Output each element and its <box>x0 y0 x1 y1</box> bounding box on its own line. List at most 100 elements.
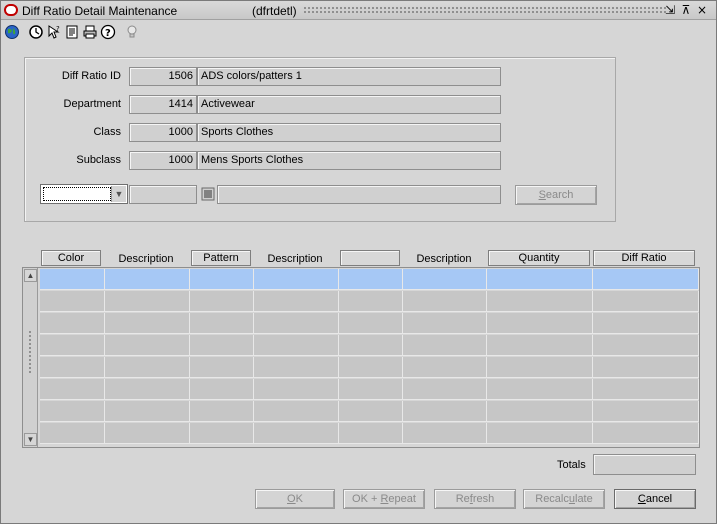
table-cell[interactable] <box>403 291 487 312</box>
table-cell[interactable] <box>593 401 699 422</box>
table-cell[interactable] <box>254 335 339 356</box>
table-cell[interactable] <box>403 379 487 400</box>
table-cell[interactable] <box>40 357 105 378</box>
list-of-values-button[interactable] <box>199 185 216 203</box>
grid-scrollbar[interactable]: ▲ ▼ <box>23 268 38 447</box>
table-cell[interactable] <box>339 423 403 444</box>
table-cell[interactable] <box>190 313 254 334</box>
table-cell[interactable] <box>593 313 699 334</box>
table-cell[interactable] <box>339 379 403 400</box>
table-cell[interactable] <box>190 401 254 422</box>
table-cell[interactable] <box>403 401 487 422</box>
table-cell[interactable] <box>105 379 190 400</box>
table-cell[interactable] <box>403 357 487 378</box>
table-cell[interactable] <box>403 423 487 444</box>
table-cell[interactable] <box>487 379 593 400</box>
table-row[interactable] <box>40 378 699 400</box>
table-cell[interactable] <box>40 401 105 422</box>
table-cell[interactable] <box>339 335 403 356</box>
table-cell[interactable] <box>593 269 699 290</box>
diff-column-header[interactable] <box>340 250 400 266</box>
table-cell[interactable] <box>254 401 339 422</box>
globe-icon[interactable] <box>4 24 20 40</box>
table-cell[interactable] <box>190 423 254 444</box>
table-cell[interactable] <box>105 269 190 290</box>
table-cell[interactable] <box>254 291 339 312</box>
table-cell[interactable] <box>487 313 593 334</box>
chevron-down-icon[interactable]: ▼ <box>111 186 126 202</box>
ok-repeat-button[interactable]: OK + Repeat <box>343 489 425 509</box>
table-cell[interactable] <box>40 423 105 444</box>
ok-button[interactable]: OK <box>255 489 335 509</box>
table-cell[interactable] <box>40 379 105 400</box>
table-row[interactable] <box>40 268 699 290</box>
scroll-grip[interactable] <box>28 330 32 374</box>
table-cell[interactable] <box>254 357 339 378</box>
maximize-button[interactable]: ⊼ <box>680 3 692 17</box>
table-cell[interactable] <box>40 335 105 356</box>
table-cell[interactable] <box>190 379 254 400</box>
table-cell[interactable] <box>254 379 339 400</box>
notes-icon[interactable] <box>64 24 80 40</box>
table-cell[interactable] <box>487 423 593 444</box>
refresh-button[interactable]: Refresh <box>434 489 516 509</box>
search-code-field[interactable] <box>129 185 197 204</box>
table-row[interactable] <box>40 312 699 334</box>
table-cell[interactable] <box>487 291 593 312</box>
table-row[interactable] <box>40 422 699 444</box>
table-cell[interactable] <box>40 269 105 290</box>
quantity-column-header[interactable]: Quantity <box>488 250 590 266</box>
table-cell[interactable] <box>593 357 699 378</box>
table-row[interactable] <box>40 356 699 378</box>
clock-icon[interactable] <box>28 24 44 40</box>
cancel-button[interactable]: Cancel <box>614 489 696 509</box>
table-cell[interactable] <box>254 313 339 334</box>
table-cell[interactable] <box>105 423 190 444</box>
table-cell[interactable] <box>105 291 190 312</box>
search-description-field[interactable] <box>217 185 501 204</box>
scroll-up-icon[interactable]: ▲ <box>24 269 37 282</box>
table-cell[interactable] <box>40 291 105 312</box>
recalculate-button[interactable]: Recalculate <box>523 489 605 509</box>
search-type-dropdown[interactable]: ▼ <box>40 184 128 204</box>
close-button[interactable]: × <box>696 3 708 17</box>
table-cell[interactable] <box>593 335 699 356</box>
table-cell[interactable] <box>339 291 403 312</box>
table-cell[interactable] <box>487 401 593 422</box>
search-button[interactable]: Search <box>515 185 597 205</box>
question-icon[interactable]: ? <box>100 24 116 40</box>
print-icon[interactable] <box>82 24 98 40</box>
table-cell[interactable] <box>339 357 403 378</box>
table-cell[interactable] <box>339 313 403 334</box>
table-cell[interactable] <box>487 357 593 378</box>
table-cell[interactable] <box>487 335 593 356</box>
table-cell[interactable] <box>487 269 593 290</box>
table-cell[interactable] <box>105 313 190 334</box>
table-cell[interactable] <box>403 335 487 356</box>
diff-ratio-column-header[interactable]: Diff Ratio <box>593 250 695 266</box>
table-cell[interactable] <box>190 269 254 290</box>
table-cell[interactable] <box>105 357 190 378</box>
table-cell[interactable] <box>190 335 254 356</box>
table-cell[interactable] <box>190 357 254 378</box>
table-cell[interactable] <box>593 423 699 444</box>
table-cell[interactable] <box>40 313 105 334</box>
table-cell[interactable] <box>254 269 339 290</box>
scroll-down-icon[interactable]: ▼ <box>24 433 37 446</box>
table-row[interactable] <box>40 334 699 356</box>
color-column-header[interactable]: Color <box>41 250 101 266</box>
table-row[interactable] <box>40 290 699 312</box>
table-cell[interactable] <box>105 401 190 422</box>
pattern-column-header[interactable]: Pattern <box>191 250 251 266</box>
table-cell[interactable] <box>403 269 487 290</box>
table-cell[interactable] <box>339 401 403 422</box>
table-cell[interactable] <box>105 335 190 356</box>
table-row[interactable] <box>40 400 699 422</box>
help-pointer-icon[interactable]: ? <box>46 24 62 40</box>
table-cell[interactable] <box>190 291 254 312</box>
table-cell[interactable] <box>254 423 339 444</box>
table-cell[interactable] <box>593 379 699 400</box>
minimize-button[interactable]: ⇲ <box>664 3 676 17</box>
table-cell[interactable] <box>593 291 699 312</box>
table-cell[interactable] <box>339 269 403 290</box>
